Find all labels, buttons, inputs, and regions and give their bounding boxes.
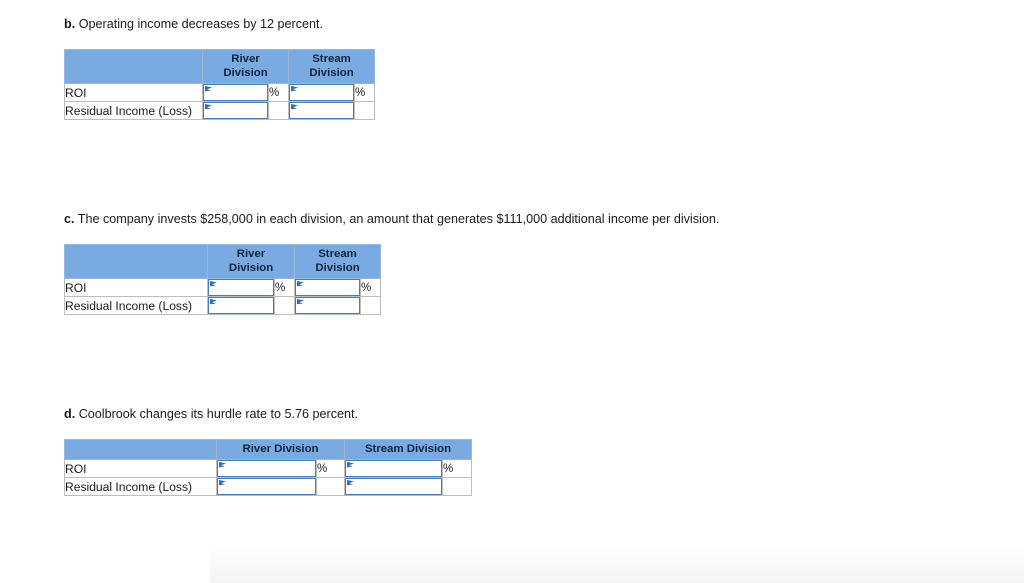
question-letter-b: b. (64, 17, 76, 31)
answer-table-c: River Division Stream Division ROI % % R… (64, 244, 381, 315)
cell-residual-river (216, 477, 317, 496)
input-residual-river[interactable] (217, 478, 316, 495)
input-residual-stream[interactable] (289, 102, 354, 119)
answer-box-wrapper (289, 102, 354, 119)
answer-box-wrapper (217, 460, 316, 477)
answer-table-b: River Division Stream Division ROI % % R… (64, 49, 375, 120)
answer-box-wrapper (295, 279, 360, 296)
suffix-roi-stream: % (442, 459, 472, 478)
input-roi-river[interactable] (217, 460, 316, 477)
header-line-1: River (231, 53, 260, 65)
input-roi-river[interactable] (203, 84, 268, 101)
header-cell-river-division: River Division (216, 439, 345, 460)
cell-residual-stream (294, 296, 361, 315)
question-section-c: c. The company invests $258,000 in each … (64, 211, 719, 315)
suffix-residual-river (268, 101, 289, 120)
header-cell-river-division: River Division (207, 244, 295, 279)
header-cell-blank (64, 439, 217, 460)
row-label-roi: ROI (64, 459, 217, 478)
table-row: ROI % % (64, 459, 472, 478)
cell-roi-stream (294, 278, 361, 297)
table-row: ROI % % (64, 83, 375, 102)
suffix-residual-river (274, 296, 295, 315)
question-text-b: Operating income decreases by 12 percent… (78, 17, 324, 31)
question-text-d: Coolbrook changes its hurdle rate to 5.7… (78, 407, 359, 421)
input-residual-stream[interactable] (295, 297, 360, 314)
suffix-roi-stream: % (354, 83, 375, 102)
input-residual-stream[interactable] (345, 478, 442, 495)
cell-residual-stream (344, 477, 443, 496)
header-line-2: Division (223, 67, 268, 79)
table-row: ROI % % (64, 278, 381, 297)
page-bottom-shading (210, 543, 1024, 583)
row-label-roi: ROI (64, 83, 203, 102)
answer-table-wrapper-b: River Division Stream Division ROI % % R… (64, 49, 375, 120)
table-header-row: River Division Stream Division (64, 49, 375, 84)
answer-box-wrapper (208, 279, 274, 296)
suffix-residual-river (316, 477, 345, 496)
row-label-residual-income: Residual Income (Loss) (64, 296, 208, 315)
header-line-1: River (236, 248, 266, 260)
header-line-2: Division (228, 262, 274, 274)
input-residual-river[interactable] (208, 297, 274, 314)
suffix-roi-river: % (274, 278, 295, 297)
answer-box-wrapper (289, 84, 354, 101)
input-roi-stream[interactable] (289, 84, 354, 101)
suffix-residual-stream (442, 477, 472, 496)
question-text-c: The company invests $258,000 in each div… (77, 212, 720, 226)
answer-box-wrapper (217, 478, 316, 495)
header-cell-stream-division: Stream Division (344, 439, 472, 460)
table-header-row: River Division Stream Division (64, 244, 381, 279)
cell-residual-river (207, 296, 275, 315)
question-prompt-b: b. Operating income decreases by 12 perc… (64, 16, 375, 32)
answer-box-wrapper (345, 460, 442, 477)
row-label-residual-income: Residual Income (Loss) (64, 477, 217, 496)
cell-roi-stream (344, 459, 443, 478)
table-row: Residual Income (Loss) (64, 477, 472, 496)
answer-box-wrapper (203, 102, 268, 119)
header-cell-blank (64, 49, 203, 84)
question-prompt-d: d. Coolbrook changes its hurdle rate to … (64, 406, 472, 422)
question-section-d: d. Coolbrook changes its hurdle rate to … (64, 406, 472, 496)
header-cell-river-division: River Division (202, 49, 289, 84)
row-label-residual-income: Residual Income (Loss) (64, 101, 203, 120)
table-header-row: River Division Stream Division (64, 439, 472, 460)
suffix-roi-river: % (316, 459, 345, 478)
answer-table-wrapper-d: River Division Stream Division ROI % % R… (64, 439, 472, 496)
cell-roi-stream (288, 83, 355, 102)
question-letter-d: d. (64, 407, 76, 421)
cell-roi-river (202, 83, 269, 102)
suffix-roi-river: % (268, 83, 289, 102)
suffix-roi-stream: % (360, 278, 381, 297)
answer-table-d: River Division Stream Division ROI % % R… (64, 439, 472, 496)
answer-box-wrapper (203, 84, 268, 101)
answer-box-wrapper (345, 478, 442, 495)
header-cell-stream-division: Stream Division (294, 244, 381, 279)
answer-box-wrapper (208, 297, 274, 314)
question-prompt-c: c. The company invests $258,000 in each … (64, 211, 719, 227)
cell-roi-river (207, 278, 275, 297)
suffix-residual-stream (354, 101, 375, 120)
table-row: Residual Income (Loss) (64, 296, 381, 315)
header-line-2: Division (309, 67, 354, 79)
cell-residual-river (202, 101, 269, 120)
question-section-b: b. Operating income decreases by 12 perc… (64, 16, 375, 120)
question-letter-c: c. (64, 212, 75, 226)
header-cell-blank (64, 244, 208, 279)
cell-residual-stream (288, 101, 355, 120)
header-line-1: Stream (312, 53, 351, 65)
table-row: Residual Income (Loss) (64, 101, 375, 120)
header-cell-stream-division: Stream Division (288, 49, 375, 84)
answer-box-wrapper (295, 297, 360, 314)
cell-roi-river (216, 459, 317, 478)
input-roi-stream[interactable] (345, 460, 442, 477)
row-label-roi: ROI (64, 278, 208, 297)
input-residual-river[interactable] (203, 102, 268, 119)
header-line-1: Stream (318, 248, 357, 260)
input-roi-river[interactable] (208, 279, 274, 296)
input-roi-stream[interactable] (295, 279, 360, 296)
suffix-residual-stream (360, 296, 381, 315)
answer-table-wrapper-c: River Division Stream Division ROI % % R… (64, 244, 719, 315)
header-line-2: Division (315, 262, 360, 274)
